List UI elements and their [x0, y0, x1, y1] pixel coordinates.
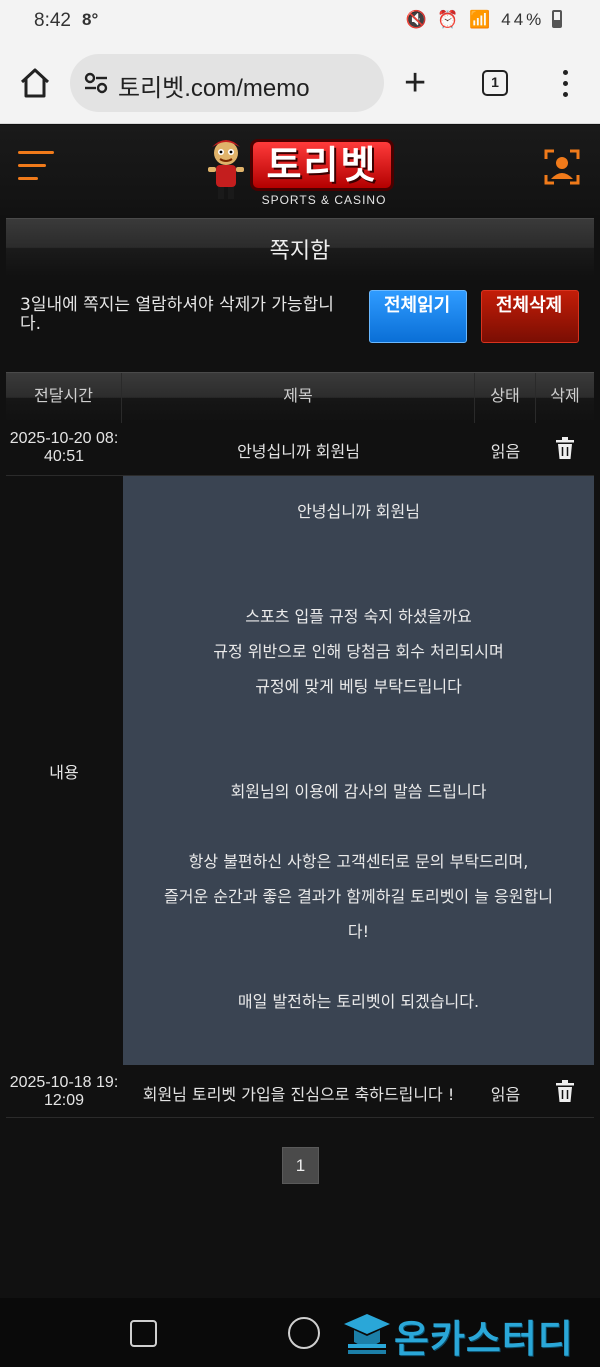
message-line: 규정 위반으로 인해 당첨금 회수 처리되시며 — [213, 642, 504, 661]
message-line: 스포츠 입플 규정 숙지 하셨을까요 — [245, 607, 472, 626]
message-content: 내용 안녕십니까 회원님 스포츠 입플 규정 숙지 하셨을까요 규정 위반으로 … — [6, 476, 594, 1065]
trash-icon[interactable] — [555, 437, 575, 459]
delete-all-button[interactable]: 전체삭제 — [481, 290, 579, 343]
user-profile-icon[interactable] — [544, 149, 580, 185]
site-logo[interactable]: 토리벳 SPORTS & CASINO — [206, 133, 396, 209]
table-row[interactable]: 2025-10-20 08: 40:51 안녕십니까 회원님 읽음 — [6, 422, 594, 476]
trash-icon[interactable] — [555, 1080, 575, 1102]
notice-text: 3일내에 쪽지는 열람하셔야 삭제가 가능합니다. — [20, 295, 334, 334]
page-title: 쪽지함 — [269, 239, 331, 264]
clock: 8:42 — [34, 10, 71, 31]
brand-tagline: SPORTS & CASINO — [261, 193, 387, 207]
graduation-cap-icon — [344, 1314, 390, 1354]
status-bar: 8:42 8° 🔇 ⏰ 📶 44% — [0, 0, 600, 44]
message-line: 회원님의 이용에 감사의 말씀 드립니다 — [230, 782, 487, 801]
row-date: 2025-10-18 19: 12:09 — [9, 1074, 119, 1109]
message-line: 매일 발전하는 토리벳이 되겠습니다. — [237, 992, 480, 1011]
url-text[interactable]: 토리벳.com/memo — [118, 68, 310, 103]
message-body: 안녕십니까 회원님 스포츠 입플 규정 숙지 하셨을까요 규정 위반으로 인해 … — [123, 476, 594, 1065]
header-delete: 삭제 — [550, 386, 580, 405]
header-time: 전달시간 — [6, 373, 122, 423]
more-menu-icon[interactable] — [558, 70, 572, 100]
home-icon[interactable] — [18, 66, 52, 100]
menu-icon[interactable] — [18, 151, 56, 183]
site-header: 토리벳 SPORTS & CASINO — [0, 125, 600, 215]
wifi-icon: 📶 — [469, 10, 494, 29]
page-title-bar: 쪽지함 — [6, 218, 594, 276]
watermark: 온카스터디 — [342, 1306, 592, 1361]
battery-text: 44% — [501, 10, 545, 29]
read-all-button[interactable]: 전체읽기 — [369, 290, 467, 343]
row-subject[interactable]: 회원님 토리벳 가입을 진심으로 축하드립니다 ! — [122, 1081, 475, 1105]
row-status: 읽음 — [490, 442, 521, 461]
temperature: 8° — [82, 10, 99, 29]
mute-icon: 🔇 — [405, 10, 430, 29]
home-nav-icon[interactable] — [288, 1317, 320, 1349]
system-nav-bar: 온카스터디 — [0, 1298, 600, 1367]
table-header: 전달시간 제목 상태 삭제 — [6, 372, 594, 423]
mascot-icon — [208, 140, 244, 199]
site-settings-icon[interactable] — [84, 72, 108, 94]
new-tab-button[interactable]: + — [404, 64, 426, 102]
status-icons: 🔇 ⏰ 📶 44% — [406, 10, 562, 30]
message-line: 항상 불편하신 사항은 고객센터로 문의 부탁드리며, — [188, 852, 529, 871]
brand-wordmark: 토리벳 — [250, 139, 394, 191]
header-subject: 제목 — [122, 373, 475, 423]
row-status: 읽음 — [490, 1085, 521, 1104]
recent-apps-icon[interactable] — [130, 1320, 157, 1347]
message-line: 즐거운 순간과 좋은 결과가 함께하길 토리벳이 늘 응원합니 — [164, 887, 553, 906]
browser-toolbar: 토리벳.com/memo + 1 — [0, 44, 600, 124]
header-status: 상태 — [475, 373, 536, 423]
content-label-cell: 내용 — [6, 476, 122, 1065]
table-row[interactable]: 2025-10-18 19: 12:09 회원님 토리벳 가입을 진심으로 축하… — [6, 1065, 594, 1118]
row-subject[interactable]: 안녕십니까 회원님 — [122, 438, 475, 462]
message-line: 안녕십니까 회원님 — [297, 502, 420, 521]
pagination-page-button[interactable]: 1 — [282, 1147, 319, 1184]
message-line: 다! — [347, 922, 370, 941]
watermark-text: 온카스터디 — [394, 1317, 574, 1361]
alarm-icon: ⏰ — [437, 10, 462, 29]
row-date: 2025-10-20 08: 40:51 — [9, 430, 119, 465]
battery-icon — [552, 10, 562, 28]
tab-switcher-button[interactable]: 1 — [482, 70, 508, 96]
message-line: 규정에 맞게 베팅 부탁드립니다 — [255, 677, 462, 696]
address-bar[interactable]: 토리벳.com/memo — [70, 54, 384, 112]
content-label: 내용 — [49, 763, 79, 782]
